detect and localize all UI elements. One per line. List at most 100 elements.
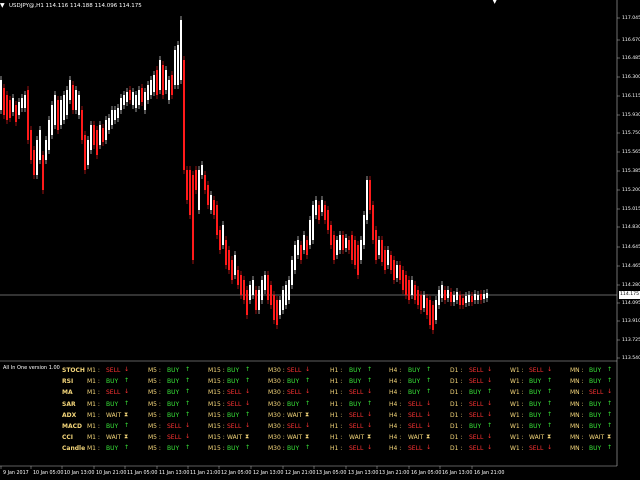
arrow-up-icon: ↑ [245, 377, 251, 385]
candle-body [39, 130, 41, 160]
candle-body [300, 245, 302, 260]
candle-body [189, 170, 191, 215]
timeframe-label: M1 : [87, 367, 100, 374]
signal-label: SELL [287, 389, 302, 397]
arrow-up-icon: ↑ [547, 399, 553, 407]
time-tick-label: 13 Jan 13:00 [348, 471, 379, 476]
timeframe-label: H4 : [389, 389, 402, 397]
hourglass-icon: ⧗ [547, 433, 552, 441]
arrow-up-icon: ↑ [607, 422, 613, 429]
panel-title: All In One version 1.00 [3, 365, 60, 371]
candle-body [102, 128, 104, 142]
signal-label: BUY [287, 400, 300, 408]
signal-label: BUY [469, 423, 482, 430]
candle-body [129, 90, 131, 100]
arrow-up-icon: ↑ [607, 444, 613, 452]
arrow-up-icon: ↑ [185, 388, 191, 396]
arrow-up-icon: ↑ [124, 399, 130, 407]
signal-label: BUY [589, 378, 602, 386]
timeframe-label: M30 : [268, 434, 285, 442]
candle-body [297, 240, 299, 255]
candle-body [336, 240, 338, 255]
candle-body [87, 140, 89, 165]
candle-body [408, 280, 410, 300]
chart-menu-triangle-icon[interactable]: ▼ [0, 2, 5, 9]
signal-label: WAIT [589, 434, 605, 442]
candle-body [204, 175, 206, 190]
candle-body [105, 120, 107, 140]
timeframe-label: M30 : [268, 445, 285, 453]
price-tick-label: 115.565 [622, 150, 640, 155]
arrow-down-icon: ↓ [305, 422, 311, 429]
timeframe-label: MN : [570, 423, 584, 430]
candle-body [75, 90, 77, 110]
candle-body [390, 255, 392, 270]
arrow-up-icon: ↑ [185, 399, 191, 407]
candle-body [399, 265, 401, 280]
timeframe-label: W1 : [510, 445, 524, 453]
price-tick-label: 114.830 [622, 225, 640, 230]
chart-shift-marker-icon[interactable]: ▼ [492, 0, 497, 5]
arrow-down-icon: ↓ [305, 366, 311, 373]
candle-body [468, 295, 470, 302]
candle-body [405, 275, 407, 295]
candle-body [72, 85, 74, 110]
candle-body [420, 295, 422, 310]
timeframe-label: H1 : [330, 411, 343, 419]
arrow-up-icon: ↑ [607, 399, 613, 407]
candle-body [111, 110, 113, 125]
candle-body [3, 88, 5, 115]
candle-body [24, 95, 26, 108]
arrow-up-icon: ↑ [245, 444, 251, 452]
candle-body [180, 20, 182, 80]
timeframe-label: MN : [570, 367, 584, 374]
price-tick-label: 116.670 [622, 38, 640, 43]
arrow-down-icon: ↓ [487, 444, 493, 452]
timeframe-label: D1 : [450, 389, 463, 397]
timeframe-label: W1 : [510, 378, 524, 386]
price-tick-label: 115.930 [622, 113, 640, 118]
candle-body [453, 295, 455, 302]
candle-body [258, 290, 260, 310]
signal-label: BUY [167, 411, 180, 419]
price-tick-label: 113.910 [622, 319, 640, 324]
arrow-up-icon: ↑ [367, 377, 373, 385]
signal-label: SELL [408, 423, 423, 430]
signal-label: SELL [227, 389, 242, 397]
candle-body [144, 92, 146, 110]
candle-body [156, 70, 158, 95]
timeframe-label: M5 : [148, 423, 161, 430]
timeframe-label: M5 : [148, 445, 161, 453]
hourglass-icon: ⧗ [124, 410, 129, 418]
candle-body [90, 125, 92, 150]
arrow-down-icon: ↓ [367, 422, 373, 429]
candle-body [465, 296, 467, 303]
timeframe-label: M5 : [148, 378, 161, 386]
arrow-down-icon: ↓ [367, 410, 373, 418]
signal-label: BUY [408, 367, 421, 374]
candle-body [249, 285, 251, 300]
time-tick-label: 11 Jan 13:00 [159, 471, 190, 476]
timeframe-label: H1 : [330, 445, 343, 453]
timeframe-label: H4 : [389, 367, 402, 374]
timeframe-label: H4 : [389, 423, 402, 430]
candle-body [135, 95, 137, 108]
arrow-down-icon: ↓ [487, 410, 493, 418]
time-tick-label: 12 Jan 13:00 [253, 471, 284, 476]
candle-body [381, 240, 383, 262]
candle-body [396, 265, 398, 278]
hourglass-icon: ⧗ [245, 433, 250, 441]
candle-body [243, 280, 245, 300]
candle-body [225, 240, 227, 265]
symbol-info-label: USDJPY@,H1 114.116 114.188 114.096 114.1… [9, 3, 142, 9]
candle-body [60, 100, 62, 125]
arrow-down-icon: ↓ [426, 444, 432, 452]
candle-body [165, 70, 167, 90]
indicator-name: STOCH [62, 367, 85, 374]
current-price-label: 114.175 [619, 291, 640, 299]
timeframe-label: H4 : [389, 434, 402, 442]
signal-label: BUY [408, 378, 421, 386]
candle-body [309, 220, 311, 245]
candle-body [363, 215, 365, 245]
timeframe-label: M15 : [208, 434, 225, 442]
